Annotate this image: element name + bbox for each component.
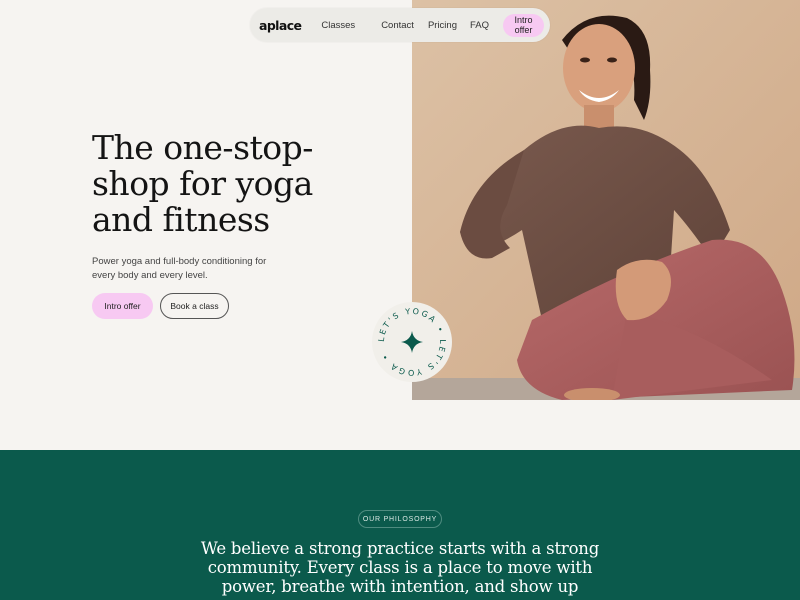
nav-intro-offer-button[interactable]: Intro offer	[503, 13, 544, 37]
intro-offer-button[interactable]: Intro offer	[92, 293, 153, 319]
hero-subtitle: Power yoga and full-body conditioning fo…	[92, 256, 267, 281]
philosophy-statement: We believe a strong practice starts with…	[200, 539, 600, 596]
nav-link-classes[interactable]: Classes	[321, 20, 355, 31]
sparkle-star-icon	[401, 331, 423, 353]
nav-link-pricing[interactable]: Pricing	[428, 20, 457, 31]
philosophy-label: OUR PHILOSOPHY	[358, 510, 442, 528]
lets-yoga-badge: LET'S YOGA • LET'S YOGA •	[372, 302, 452, 382]
logo[interactable]: aplace	[259, 18, 302, 33]
top-nav: aplace Classes Contact Pricing FAQ Intro…	[250, 8, 550, 42]
hero-photo	[412, 0, 800, 400]
philosophy-section: OUR PHILOSOPHY We believe a strong pract…	[0, 450, 800, 600]
hero-title: The one-stop-shop for yoga and fitness	[92, 128, 313, 239]
nav-link-faq[interactable]: FAQ	[470, 20, 489, 31]
book-class-button[interactable]: Book a class	[160, 293, 229, 319]
nav-link-contact[interactable]: Contact	[381, 20, 414, 31]
hero-section: The one-stop-shop for yoga and fitness P…	[0, 0, 412, 400]
